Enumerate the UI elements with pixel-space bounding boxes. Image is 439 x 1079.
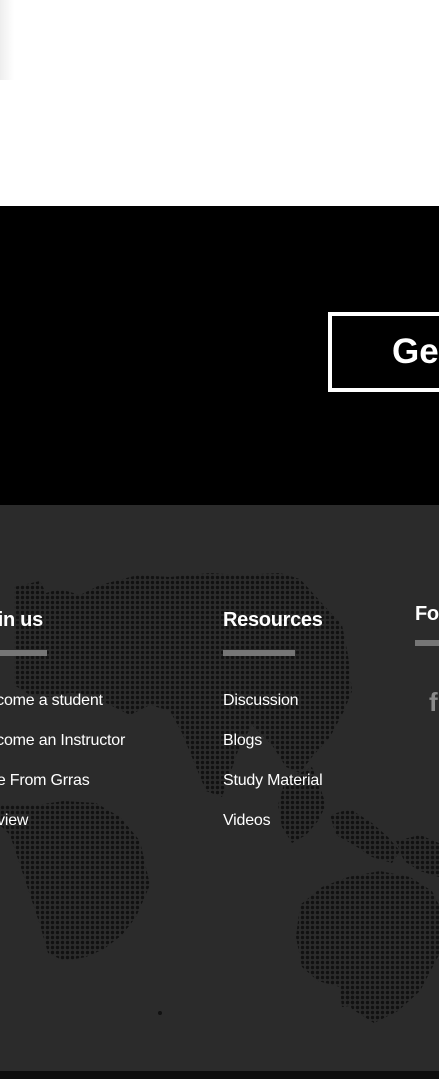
cta-section: Get Started bbox=[0, 206, 439, 505]
link-study-material[interactable]: Study Material bbox=[223, 772, 323, 812]
bottom-strip bbox=[0, 1071, 439, 1079]
resources-links: Discussion Blogs Study Material Videos bbox=[223, 692, 323, 852]
link-videos[interactable]: Videos bbox=[223, 812, 323, 852]
get-started-button-label: Get Started bbox=[392, 332, 439, 371]
get-started-button[interactable]: Get Started bbox=[328, 312, 439, 392]
resources-title: Resources bbox=[223, 609, 323, 631]
facebook-icon[interactable]: f bbox=[429, 687, 438, 718]
card-edge-shadow bbox=[0, 0, 14, 80]
link-become-student[interactable]: Become a student bbox=[0, 692, 125, 732]
follow-us-title: Follow us bbox=[415, 603, 439, 625]
top-content-area bbox=[0, 0, 439, 206]
follow-us-divider bbox=[415, 640, 439, 646]
link-review[interactable]: Review bbox=[0, 812, 125, 852]
link-discussion[interactable]: Discussion bbox=[223, 692, 323, 732]
link-blogs[interactable]: Blogs bbox=[223, 732, 323, 772]
join-us-links: Become a student Become an Instructor Hi… bbox=[0, 692, 125, 852]
resources-column: Resources Discussion Blogs Study Materia… bbox=[223, 609, 323, 852]
footer: Join us Become a student Become an Instr… bbox=[0, 505, 439, 1071]
link-become-instructor[interactable]: Become an Instructor bbox=[0, 732, 125, 772]
follow-us-column: Follow us f bbox=[415, 603, 439, 717]
join-us-column: Join us Become a student Become an Instr… bbox=[0, 609, 125, 852]
page: Get Started Join us bbox=[0, 0, 439, 1079]
link-hire-from-grras[interactable]: Hire From Grras bbox=[0, 772, 125, 812]
join-us-title: Join us bbox=[0, 609, 43, 631]
resources-divider bbox=[223, 650, 295, 656]
join-us-divider bbox=[0, 650, 47, 656]
